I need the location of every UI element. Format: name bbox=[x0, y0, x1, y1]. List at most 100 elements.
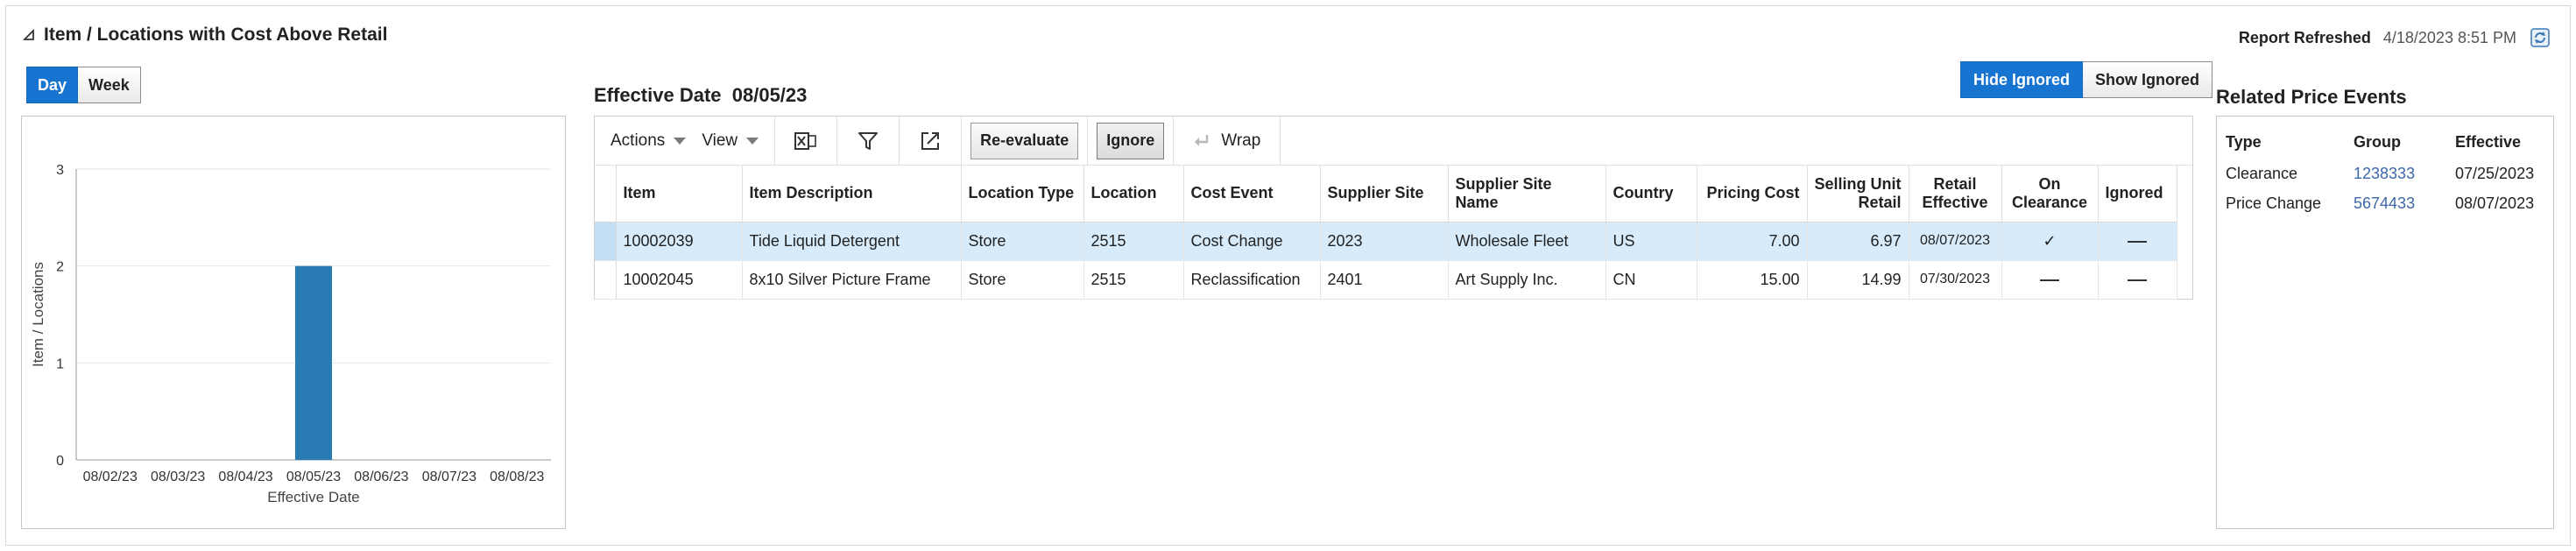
supplier-site-cell: 2401 bbox=[1320, 260, 1449, 300]
on-clearance-cell bbox=[2001, 260, 2099, 300]
report-header: Item / Locations with Cost Above Retail bbox=[23, 25, 387, 46]
cost-event-cell: Reclassification bbox=[1183, 260, 1321, 300]
effective-date-value: 08/05/23 bbox=[731, 84, 808, 106]
on-clearance-check-icon: ✓ bbox=[2001, 222, 2099, 261]
related-column-header: Group bbox=[2354, 132, 2401, 151]
column-header[interactable]: Location Type bbox=[961, 166, 1084, 223]
refresh-icon[interactable] bbox=[2529, 26, 2551, 49]
column-header[interactable]: Selling Unit Retail bbox=[1807, 166, 1909, 223]
related-price-events-table: Type Group Effective Clearance 1238333 0… bbox=[2226, 125, 2551, 218]
related-type-cell: Price Change bbox=[2226, 194, 2322, 212]
related-header-row: Type Group Effective bbox=[2226, 125, 2551, 159]
ignore-toggle: Hide Ignored Show Ignored bbox=[1960, 61, 2213, 98]
excel-export-icon bbox=[794, 131, 816, 150]
related-group-link[interactable]: 1238333 bbox=[2354, 159, 2455, 188]
filter-button[interactable] bbox=[837, 117, 899, 166]
column-header[interactable]: Ignored bbox=[2098, 166, 2177, 223]
day-button[interactable]: Day bbox=[26, 67, 79, 103]
ignored-cell bbox=[2098, 260, 2177, 300]
detach-icon bbox=[921, 131, 940, 150]
table-toolbar: Actions View Re-evaluate Ignore Wrap bbox=[595, 116, 2192, 166]
country-cell: CN bbox=[1606, 260, 1697, 300]
chevron-down-icon bbox=[746, 137, 759, 145]
retail-effective-cell: 08/07/2023 bbox=[1909, 222, 2002, 261]
column-header[interactable]: Country bbox=[1606, 166, 1697, 223]
view-menu[interactable]: View bbox=[702, 117, 774, 166]
related-effective-cell: 08/07/2023 bbox=[2455, 194, 2535, 212]
related-row: Clearance 1238333 07/25/2023 bbox=[2226, 159, 2551, 188]
retail-effective-cell: 07/30/2023 bbox=[1909, 260, 2002, 300]
chart-panel: 0 1 2 3 08/02/23 08/03/23 08/04/23 08/05/23 08/0… bbox=[21, 116, 566, 529]
results-table-panel: Actions View Re-evaluate Ignore Wrap Ite… bbox=[594, 116, 2193, 300]
bar-chart: 0 1 2 3 08/02/23 08/03/23 08/04/23 08/05/23 08/0… bbox=[30, 163, 551, 505]
chevron-down-icon bbox=[674, 137, 687, 145]
pricing-cost-cell: 15.00 bbox=[1697, 260, 1808, 300]
refreshed-label: Report Refreshed bbox=[2238, 28, 2371, 46]
ignored-cell bbox=[2098, 222, 2177, 261]
refreshed-value: 4/18/2023 8:51 PM bbox=[2382, 28, 2516, 46]
dash-icon bbox=[2128, 279, 2147, 281]
toolbar-divider bbox=[1280, 116, 1281, 166]
show-ignored-button[interactable]: Show Ignored bbox=[2083, 61, 2213, 98]
column-header[interactable]: Cost Event bbox=[1183, 166, 1321, 223]
table-row[interactable]: 10002039 Tide Liquid Detergent Store 251… bbox=[595, 222, 2177, 261]
week-button[interactable]: Week bbox=[78, 67, 141, 103]
period-toggle: Day Week bbox=[26, 67, 141, 103]
hide-ignored-button[interactable]: Hide Ignored bbox=[1960, 61, 2084, 98]
dash-icon bbox=[2128, 240, 2147, 243]
column-header[interactable]: Item bbox=[616, 166, 743, 223]
related-effective-cell: 07/25/2023 bbox=[2455, 164, 2535, 182]
actions-menu[interactable]: Actions bbox=[595, 117, 702, 166]
toolbar-divider bbox=[1087, 116, 1089, 166]
table-row[interactable]: 10002045 8x10 Silver Picture Frame Store… bbox=[595, 260, 2177, 300]
effective-date-title: Effective Date 08/05/23 bbox=[594, 84, 807, 107]
column-header[interactable]: Pricing Cost bbox=[1697, 166, 1808, 223]
related-price-events-title: Related Price Events bbox=[2216, 86, 2407, 108]
effective-date-label: Effective Date bbox=[594, 84, 722, 106]
x-axis-title: Effective Date bbox=[267, 489, 360, 505]
export-excel-button[interactable] bbox=[775, 117, 836, 166]
related-column-header: Effective bbox=[2455, 132, 2522, 151]
detach-button[interactable] bbox=[900, 117, 961, 166]
supplier-site-name-cell: Wholesale Fleet bbox=[1448, 222, 1606, 261]
row-header-gutter bbox=[595, 166, 617, 223]
item-cell: 10002045 bbox=[616, 260, 743, 300]
report-refreshed: Report Refreshed 4/18/2023 8:51 PM bbox=[2239, 26, 2551, 49]
location-cell: 2515 bbox=[1083, 222, 1184, 261]
wrap-button[interactable]: Wrap bbox=[1174, 117, 1280, 166]
filter-icon bbox=[858, 131, 879, 150]
y-tick-label: 2 bbox=[56, 260, 64, 275]
supplier-site-cell: 2023 bbox=[1320, 222, 1449, 261]
x-tick-label: 08/04/23 bbox=[218, 470, 272, 484]
view-menu-label: View bbox=[702, 131, 738, 150]
report-title: Item / Locations with Cost Above Retail bbox=[44, 25, 388, 45]
chart-bar bbox=[295, 265, 332, 460]
x-tick-label: 08/03/23 bbox=[151, 470, 205, 484]
y-axis-title: Item / Locations bbox=[30, 262, 46, 367]
item-cell: 10002039 bbox=[616, 222, 743, 261]
column-header[interactable]: Supplier Site Name bbox=[1448, 166, 1606, 223]
y-tick-label: 0 bbox=[56, 454, 64, 469]
description-cell: 8x10 Silver Picture Frame bbox=[742, 260, 962, 300]
x-tick-label: 08/07/23 bbox=[422, 470, 476, 484]
column-header[interactable]: Location bbox=[1083, 166, 1184, 223]
collapse-triangle-icon[interactable] bbox=[23, 29, 35, 41]
related-group-link[interactable]: 5674433 bbox=[2354, 188, 2455, 218]
reevaluate-button[interactable]: Re-evaluate bbox=[970, 122, 1079, 159]
location-type-cell: Store bbox=[961, 222, 1084, 261]
results-table: Item Item Description Location Type Loca… bbox=[595, 166, 2177, 300]
column-header[interactable]: On Clearance bbox=[2001, 166, 2099, 223]
column-header[interactable]: Item Description bbox=[742, 166, 962, 223]
row-header[interactable] bbox=[595, 260, 617, 300]
related-row: Price Change 5674433 08/07/2023 bbox=[2226, 188, 2551, 218]
ignore-button[interactable]: Ignore bbox=[1097, 122, 1165, 159]
location-type-cell: Store bbox=[961, 260, 1084, 300]
column-header[interactable]: Retail Effective bbox=[1909, 166, 2002, 223]
pricing-cost-cell: 7.00 bbox=[1697, 222, 1808, 261]
column-header[interactable]: Supplier Site bbox=[1320, 166, 1449, 223]
selling-unit-retail-cell: 6.97 bbox=[1807, 222, 1909, 261]
supplier-site-name-cell: Art Supply Inc. bbox=[1448, 260, 1606, 300]
description-cell: Tide Liquid Detergent bbox=[742, 222, 962, 261]
toolbar-divider bbox=[961, 116, 963, 166]
row-header[interactable] bbox=[595, 222, 617, 261]
